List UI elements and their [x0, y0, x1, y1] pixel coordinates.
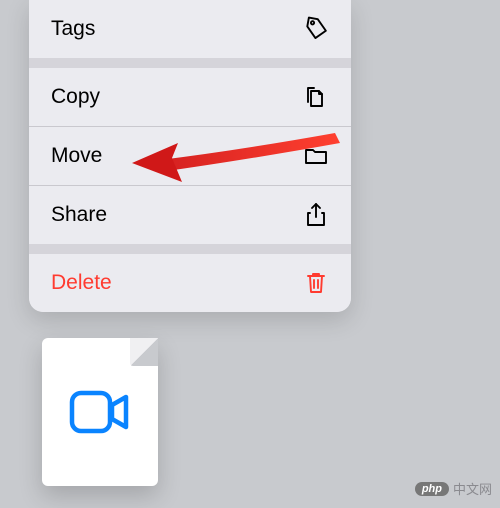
watermark-badge: php	[415, 482, 449, 496]
menu-item-move[interactable]: Move	[29, 127, 351, 185]
video-icon	[68, 387, 132, 437]
watermark: php 中文网	[415, 479, 492, 498]
menu-label: Copy	[51, 85, 100, 109]
divider	[29, 244, 351, 254]
folder-icon	[303, 143, 329, 169]
context-menu: Tags Copy Move Share	[29, 0, 351, 312]
watermark-text: 中文网	[453, 479, 492, 498]
copy-icon	[303, 84, 329, 110]
menu-item-copy[interactable]: Copy	[29, 68, 351, 126]
share-icon	[303, 202, 329, 228]
menu-item-share[interactable]: Share	[29, 186, 351, 244]
file-thumbnail[interactable]	[42, 338, 158, 486]
menu-label: Tags	[51, 17, 95, 41]
menu-label: Delete	[51, 271, 112, 295]
menu-item-delete[interactable]: Delete	[29, 254, 351, 312]
tag-icon	[303, 16, 329, 42]
menu-label: Share	[51, 203, 107, 227]
menu-item-tags[interactable]: Tags	[29, 0, 351, 58]
divider	[29, 58, 351, 68]
trash-icon	[303, 270, 329, 296]
menu-label: Move	[51, 144, 102, 168]
